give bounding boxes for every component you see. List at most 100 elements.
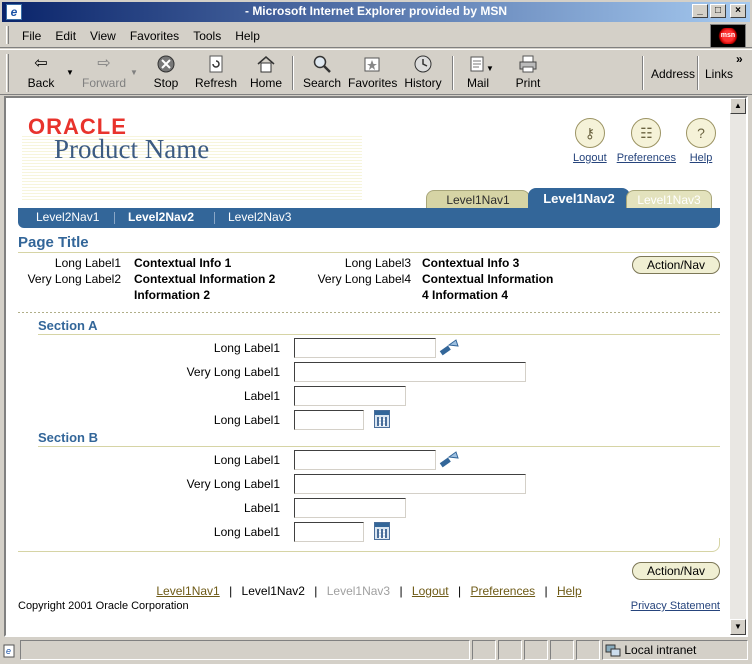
- footer-link-logout[interactable]: Logout: [412, 584, 449, 598]
- close-button[interactable]: ×: [730, 4, 746, 18]
- scroll-down-icon[interactable]: ▼: [730, 619, 746, 635]
- section-b-field2-label: Very Long Label1: [186, 477, 280, 491]
- history-icon: [412, 54, 434, 74]
- menu-view[interactable]: View: [90, 29, 116, 43]
- favorites-icon: [361, 54, 383, 74]
- refresh-button[interactable]: Refresh: [192, 54, 240, 94]
- section-b-field1-input[interactable]: [294, 450, 436, 470]
- tab-level1nav3: Level1Nav3: [626, 190, 712, 210]
- forward-dropdown-icon[interactable]: ▼: [130, 68, 138, 77]
- stop-button[interactable]: Stop: [148, 54, 184, 94]
- header-divider: [18, 312, 720, 313]
- section-a-field2-input[interactable]: [294, 362, 526, 382]
- section-b-field3-input[interactable]: [294, 498, 406, 518]
- key-icon: ⚷: [574, 118, 605, 148]
- vertical-scrollbar[interactable]: ▲ ▼: [730, 98, 746, 635]
- back-button[interactable]: ⇦ Back: [18, 54, 64, 94]
- back-dropdown-icon[interactable]: ▼: [66, 68, 74, 77]
- menu-file[interactable]: File: [22, 29, 41, 43]
- svg-text:e: e: [6, 646, 11, 656]
- window-title: - Microsoft Internet Explorer provided b…: [244, 4, 508, 18]
- preferences-global-button[interactable]: ☷ Preferences: [617, 118, 676, 164]
- level2-item-nav3[interactable]: Level2Nav3: [228, 210, 291, 224]
- standard-toolbar: ⇦ Back ▼ ⇨ Forward ▼ Stop Refresh Home S…: [0, 49, 752, 95]
- print-button[interactable]: Print: [510, 54, 546, 94]
- toolbar-chevron-icon[interactable]: »: [736, 52, 743, 66]
- mail-button[interactable]: Mail: [460, 54, 496, 94]
- footer-link-level1nav1[interactable]: Level1Nav1: [156, 584, 219, 598]
- footer-link-level1nav3: Level1Nav3: [326, 584, 391, 598]
- status-bar: e Local intranet: [0, 638, 752, 662]
- action-nav-button-top[interactable]: Action/Nav: [632, 256, 720, 274]
- section-b-field4-label: Long Label1: [213, 525, 280, 539]
- forward-arrow-icon: ⇨: [97, 55, 111, 72]
- level2-divider: [114, 212, 115, 224]
- intranet-icon: [605, 644, 621, 658]
- menu-edit[interactable]: Edit: [55, 29, 76, 43]
- calendar-icon[interactable]: [374, 410, 390, 428]
- level2-nav: Level2Nav1 Level2Nav2 Level2Nav3: [18, 208, 720, 228]
- menu-help[interactable]: Help: [235, 29, 260, 43]
- copyright: Copyright 2001 Oracle Corporation: [18, 600, 189, 612]
- window-controls: _ □ ×: [692, 4, 746, 18]
- security-zone: Local intranet: [602, 640, 748, 660]
- context-value-2-cont: Information 2: [134, 288, 211, 302]
- search-button[interactable]: Search: [300, 54, 344, 94]
- links-bar-label[interactable]: Links: [705, 54, 733, 94]
- context-value-4-cont: 4 Information 4: [422, 288, 509, 302]
- toolbar-grip[interactable]: [6, 54, 9, 92]
- favorites-button[interactable]: Favorites: [348, 54, 397, 94]
- context-value-1: Contextual Info 1: [134, 256, 232, 270]
- level2-item-nav2[interactable]: Level2Nav2: [128, 210, 194, 224]
- section-a-field4-label: Long Label1: [213, 413, 280, 427]
- level2-item-nav1[interactable]: Level2Nav1: [36, 210, 99, 224]
- footer-links: Level1Nav1 | Level1Nav2 | Level1Nav3 | L…: [156, 584, 582, 598]
- logout-global-button[interactable]: ⚷ Logout: [573, 118, 607, 164]
- msn-logo: msn: [710, 24, 746, 48]
- privacy-statement-link[interactable]: Privacy Statement: [631, 600, 720, 612]
- footer-link-preferences[interactable]: Preferences: [470, 584, 535, 598]
- section-a-field2-label: Very Long Label1: [186, 365, 280, 379]
- toolbar-grip[interactable]: [6, 26, 9, 44]
- section-a-field1-label: Long Label1: [213, 341, 280, 355]
- page-title: Page Title: [18, 234, 89, 251]
- menu-favorites[interactable]: Favorites: [130, 29, 179, 43]
- scroll-up-icon[interactable]: ▲: [730, 98, 746, 114]
- footer-link-help[interactable]: Help: [557, 584, 582, 598]
- toolbar-separator: [292, 56, 294, 90]
- menu-bar: File Edit View Favorites Tools Help: [0, 22, 752, 48]
- tab-level1nav1[interactable]: Level1Nav1: [426, 190, 530, 210]
- tab-level1nav2[interactable]: Level1Nav2: [528, 188, 630, 210]
- status-pane: [472, 640, 496, 660]
- toolbar-separator: [697, 56, 699, 90]
- history-button[interactable]: History: [402, 54, 444, 94]
- global-buttons: ⚷ Logout ☷ Preferences ? Help: [573, 118, 716, 164]
- help-global-button[interactable]: ? Help: [686, 118, 716, 164]
- section-a-rule: [38, 334, 720, 335]
- section-a-field3-label: Label1: [243, 389, 280, 403]
- address-bar-label[interactable]: Address: [651, 54, 695, 94]
- section-a-field3-input[interactable]: [294, 386, 406, 406]
- home-button[interactable]: Home: [248, 54, 284, 94]
- section-b-rule: [38, 446, 720, 447]
- section-a-field1-input[interactable]: [294, 338, 436, 358]
- level1-tabs: Level1Nav1 Level1Nav2 Level1Nav3: [6, 188, 732, 210]
- title-rule: [18, 252, 720, 253]
- oracle-page: ORACLE Product Name ⚷ Logout ☷ Preferenc…: [6, 98, 732, 635]
- flashlight-search-icon[interactable]: [438, 338, 460, 358]
- section-a-date-input[interactable]: [294, 410, 364, 430]
- forward-button[interactable]: ⇨ Forward: [80, 54, 128, 94]
- context-value-3: Contextual Info 3: [422, 256, 520, 270]
- preferences-icon: ☷: [631, 118, 662, 148]
- level2-divider: [214, 212, 215, 224]
- maximize-button[interactable]: □: [710, 4, 726, 18]
- help-icon: ?: [686, 118, 716, 148]
- minimize-button[interactable]: _: [692, 4, 708, 18]
- flashlight-search-icon[interactable]: [438, 450, 460, 470]
- section-b-field2-input[interactable]: [294, 474, 526, 494]
- content-bottom-border: [18, 538, 720, 552]
- menu-tools[interactable]: Tools: [193, 29, 221, 43]
- mail-dropdown-icon[interactable]: ▼: [486, 64, 494, 73]
- action-nav-button-bottom[interactable]: Action/Nav: [632, 562, 720, 580]
- msn-butterfly-icon: msn: [717, 28, 739, 44]
